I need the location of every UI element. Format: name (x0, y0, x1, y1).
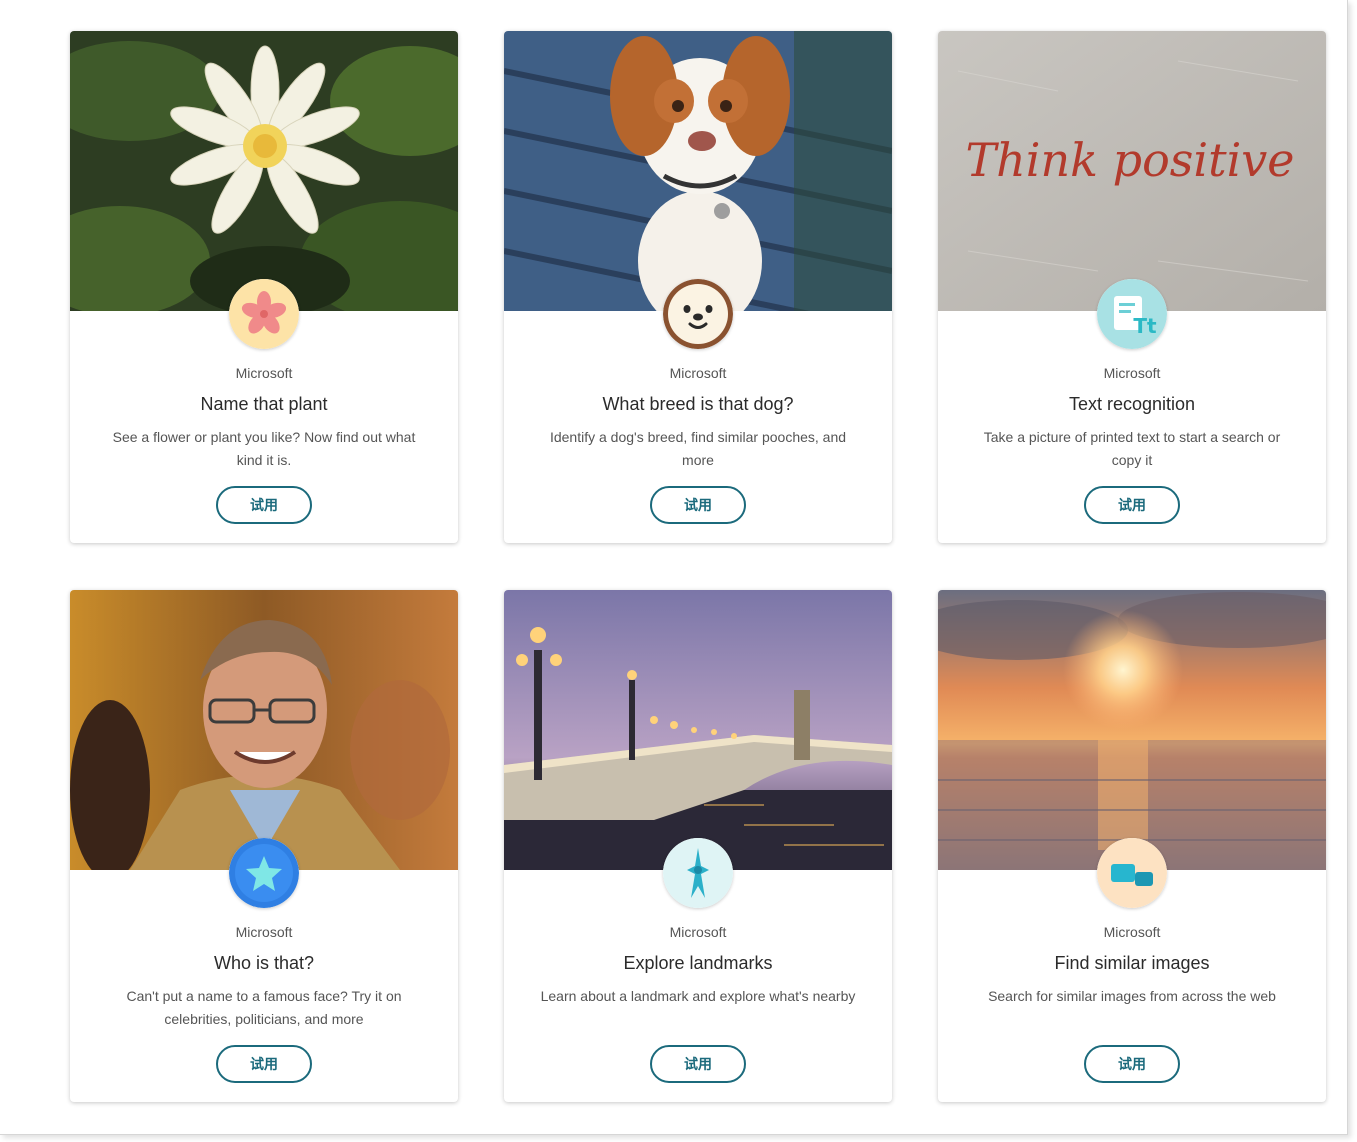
card-description: Identify a dog's breed, find similar poo… (549, 429, 847, 468)
card-description: Can't put a name to a famous face? Try i… (126, 988, 402, 1027)
similar-images-icon (1097, 838, 1167, 908)
card-description: Search for similar images from across th… (988, 988, 1276, 1004)
card-title: Text recognition (1068, 394, 1196, 414)
card-name-that-plant[interactable]: Microsoft Name that plant See a flower o… (70, 31, 458, 543)
card-what-breed-is-that-dog[interactable]: Microsoft What breed is that dog? Identi… (504, 31, 892, 543)
try-button[interactable]: 试用 (1084, 486, 1180, 524)
card-title: Find similar images (1054, 953, 1210, 973)
flower-icon (229, 279, 299, 349)
card-text-recognition[interactable]: Think positive Tt Microsoft Text recogni… (938, 31, 1326, 543)
try-button[interactable]: 试用 (650, 1045, 746, 1083)
card-title: Name that plant (200, 394, 328, 414)
publisher-label: Microsoft (669, 365, 727, 381)
landmark-tower-icon (663, 838, 733, 908)
svg-text:Tt: Tt (1133, 314, 1157, 338)
smiling-man-photo (70, 590, 458, 870)
star-icon (229, 838, 299, 908)
publisher-label: Microsoft (1103, 365, 1161, 381)
card-who-is-that[interactable]: Microsoft Who is that? Can't put a name … (70, 590, 458, 1102)
try-button[interactable]: 试用 (1084, 1045, 1180, 1083)
think-positive-text: Think positive (965, 133, 1294, 187)
publisher-label: Microsoft (1103, 924, 1161, 940)
bridge-at-dusk-photo (504, 590, 892, 870)
try-button[interactable]: 试用 (216, 1045, 312, 1083)
text-recognition-icon: Tt (1097, 279, 1167, 349)
card-explore-landmarks[interactable]: Microsoft Explore landmarks Learn about … (504, 590, 892, 1102)
water-lily-photo (70, 31, 458, 311)
card-title: What breed is that dog? (602, 394, 794, 414)
handwritten-text-photo: Think positive (938, 31, 1326, 311)
publisher-label: Microsoft (669, 924, 727, 940)
card-find-similar-images[interactable]: Microsoft Find similar images Search for… (938, 590, 1326, 1102)
card-description: See a flower or plant you like? Now find… (112, 429, 416, 468)
publisher-label: Microsoft (235, 365, 293, 381)
publisher-label: Microsoft (235, 924, 293, 940)
card-description: Learn about a landmark and explore what'… (540, 988, 856, 1004)
card-title: Who is that? (213, 953, 315, 973)
dog-face-icon (663, 279, 733, 349)
try-button[interactable]: 试用 (650, 486, 746, 524)
card-description: Take a picture of printed text to start … (983, 429, 1281, 468)
ocean-sunset-photo (938, 590, 1326, 870)
card-title: Explore landmarks (623, 953, 773, 973)
try-button[interactable]: 试用 (216, 486, 312, 524)
puppy-photo (504, 31, 892, 311)
